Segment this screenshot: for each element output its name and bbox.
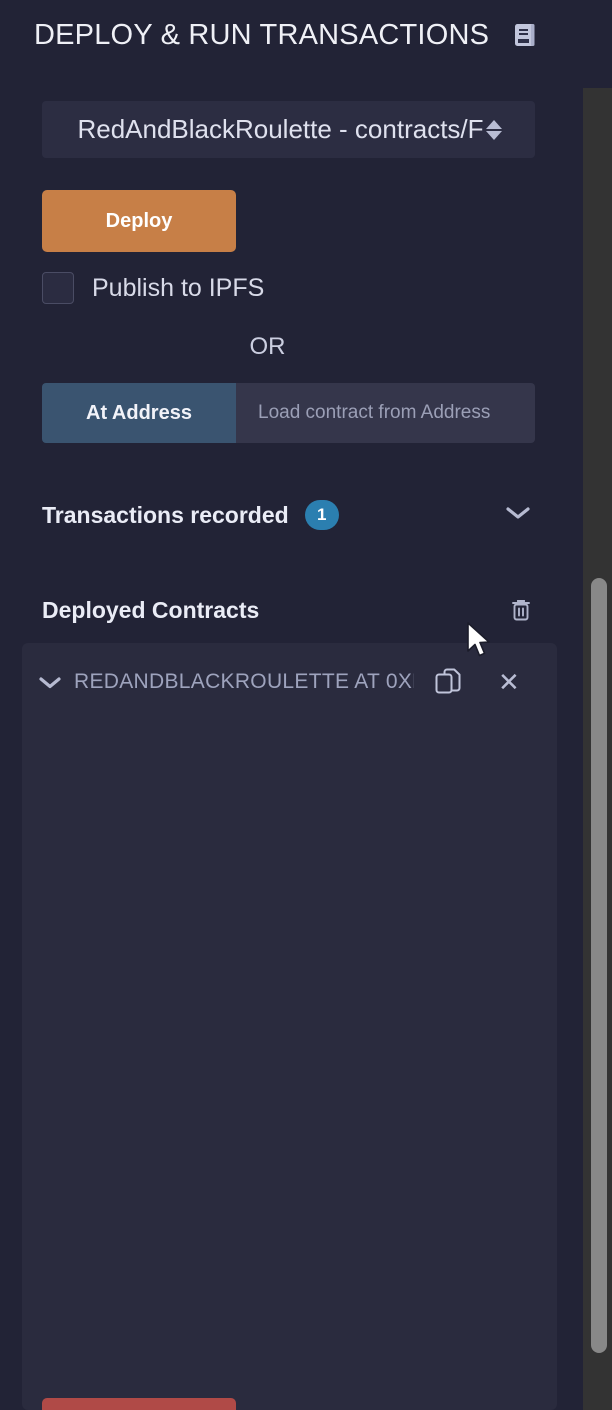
function-button-addEth[interactable]: addEth bbox=[42, 1398, 236, 1410]
page-title: DEPLOY & RUN TRANSACTIONS bbox=[34, 18, 490, 51]
publish-ipfs-checkbox[interactable] bbox=[42, 272, 74, 304]
vertical-scrollbar-thumb[interactable] bbox=[591, 578, 607, 1353]
transactions-recorded-label: Transactions recorded bbox=[42, 501, 289, 528]
trash-icon[interactable] bbox=[509, 597, 533, 623]
function-row-spacer bbox=[236, 1398, 500, 1410]
deployed-contract-card: REDANDBLACKROULETTE AT 0XD9 ✕ addEthsetA… bbox=[22, 643, 557, 1410]
contract-select[interactable]: RedAndBlackRoulette - contracts/F bbox=[42, 101, 535, 158]
transactions-recorded-row[interactable]: Transactions recorded 1 bbox=[42, 492, 535, 538]
deploy-run-transactions-panel: DEPLOY & RUN TRANSACTIONS RedAndBlackRou… bbox=[0, 0, 583, 1410]
panel-header: DEPLOY & RUN TRANSACTIONS bbox=[0, 0, 583, 70]
deployed-contracts-label: Deployed Contracts bbox=[42, 596, 260, 623]
deployed-contracts-row: Deployed Contracts bbox=[42, 590, 535, 630]
updown-arrows-icon bbox=[485, 119, 502, 140]
transactions-recorded-count-badge: 1 bbox=[304, 500, 339, 530]
contract-select-value: RedAndBlackRoulette - contracts/F bbox=[77, 114, 484, 144]
publish-ipfs-row[interactable]: Publish to IPFS bbox=[42, 272, 264, 304]
chevron-down-icon[interactable] bbox=[505, 505, 531, 526]
deploy-button[interactable]: Deploy bbox=[42, 190, 236, 252]
at-address-button[interactable]: At Address bbox=[42, 383, 236, 443]
chevron-down-icon[interactable] bbox=[38, 675, 62, 690]
function-row-caret-placeholder bbox=[500, 1398, 542, 1410]
deployed-contract-header[interactable]: REDANDBLACKROULETTE AT 0XD9 ✕ bbox=[22, 658, 557, 706]
at-address-input[interactable] bbox=[236, 383, 535, 443]
or-separator-label: OR bbox=[249, 333, 286, 360]
at-address-row: At Address bbox=[42, 383, 535, 443]
copy-icon[interactable] bbox=[434, 667, 462, 697]
function-row-addEth: addEth bbox=[42, 1398, 542, 1410]
close-icon[interactable]: ✕ bbox=[498, 669, 520, 695]
deployed-contract-title: REDANDBLACKROULETTE AT 0XD9 bbox=[74, 670, 414, 693]
vertical-scrollbar-track[interactable] bbox=[583, 88, 612, 1410]
book-icon[interactable] bbox=[513, 22, 537, 48]
publish-ipfs-label: Publish to IPFS bbox=[92, 273, 265, 302]
